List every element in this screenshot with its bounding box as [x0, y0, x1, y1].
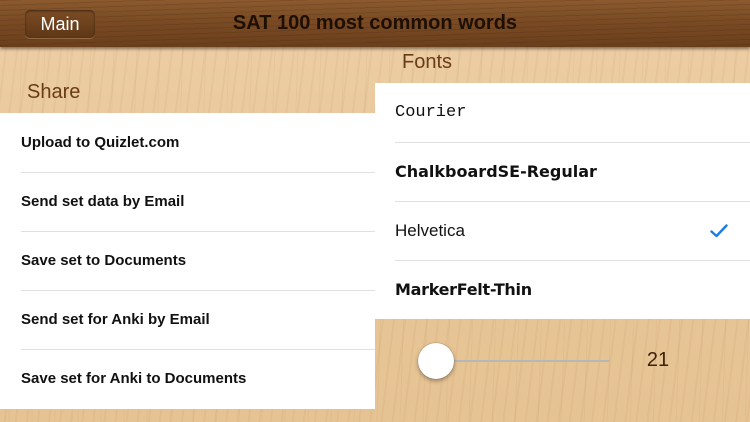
- font-option-helvetica-label: Helvetica: [395, 221, 465, 240]
- slider-thumb[interactable]: [418, 343, 454, 379]
- fonts-section-header: Fonts: [402, 51, 453, 73]
- upload-quizlet-item[interactable]: Upload to Quizlet.com: [0, 113, 375, 172]
- save-anki-documents-item[interactable]: Save set for Anki to Documents: [0, 349, 375, 408]
- fonts-list: Courier ChalkboardSE-Regular Helvetica M…: [375, 83, 750, 319]
- checkmark-icon: [710, 201, 728, 260]
- send-anki-email-item[interactable]: Send set for Anki by Email: [0, 290, 375, 349]
- main-back-button[interactable]: Main: [25, 10, 95, 38]
- share-section-header: Share: [27, 81, 81, 103]
- page-title: SAT 100 most common words: [232, 12, 518, 34]
- font-option-helvetica[interactable]: Helvetica: [375, 201, 750, 260]
- navigation-bar: Main SAT 100 most common words: [0, 0, 750, 47]
- font-size-slider[interactable]: [418, 343, 610, 379]
- font-option-marker-felt[interactable]: MarkerFelt-Thin: [375, 260, 750, 319]
- share-list: Upload to Quizlet.com Send set data by E…: [0, 113, 375, 409]
- font-size-value: 21: [646, 349, 670, 371]
- font-option-courier[interactable]: Courier: [375, 83, 750, 142]
- font-option-chalkboard[interactable]: ChalkboardSE-Regular: [375, 142, 750, 201]
- send-email-item[interactable]: Send set data by Email: [0, 172, 375, 231]
- save-documents-item[interactable]: Save set to Documents: [0, 231, 375, 290]
